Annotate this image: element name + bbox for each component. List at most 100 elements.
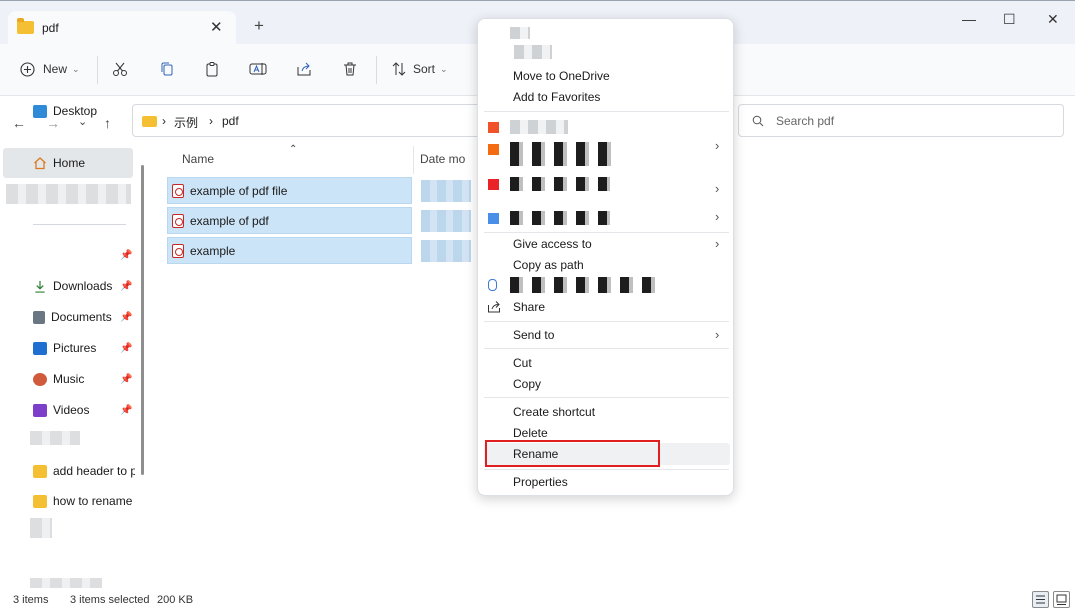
breadcrumb-separator: ›	[209, 114, 213, 128]
pdf-file-icon	[172, 244, 184, 258]
pin-icon[interactable]: 📌	[120, 374, 132, 385]
new-button[interactable]: New ⌄	[20, 58, 80, 80]
scissors-icon	[113, 62, 127, 76]
cut-button[interactable]	[112, 58, 128, 80]
context-menu: Move to OneDrive Add to Favorites › › › …	[477, 18, 734, 496]
redacted-item	[6, 184, 131, 204]
sidebar-item-videos[interactable]: Videos	[33, 400, 129, 420]
menu-item-properties[interactable]: Properties	[513, 475, 568, 489]
sidebar-item-label: add header to p	[53, 464, 135, 478]
file-row[interactable]: example of pdf file	[167, 177, 412, 204]
redacted-item	[30, 518, 52, 538]
redacted-item	[510, 27, 530, 39]
menu-item-give-access[interactable]: Give access to	[513, 237, 592, 251]
status-bar: 3 items 3 items selected 200 KB	[0, 589, 1075, 613]
breadcrumb-separator: ›	[162, 114, 166, 128]
highlight-box	[485, 440, 660, 467]
item-count: 3 items	[13, 594, 49, 606]
menu-separator	[484, 232, 729, 233]
sort-button[interactable]: Sort ⌄	[391, 58, 448, 80]
menu-item-cut[interactable]: Cut	[513, 356, 532, 370]
sidebar-item-desktop[interactable]: Desktop	[33, 101, 129, 121]
file-row[interactable]: example	[167, 237, 412, 264]
share-icon	[297, 62, 311, 76]
breadcrumb-item-current[interactable]: pdf	[222, 114, 239, 128]
redacted-item[interactable]	[510, 142, 618, 166]
search-placeholder: Search pdf	[776, 114, 835, 128]
file-name: example of pdf file	[190, 184, 288, 198]
tab-close-icon[interactable]: ✕	[210, 18, 223, 36]
menu-item-copy-as-path[interactable]: Copy as path	[513, 258, 584, 272]
navigation-pane: Home	[0, 144, 150, 589]
menu-item-move-to-onedrive[interactable]: Move to OneDrive	[513, 69, 610, 83]
pin-icon[interactable]: 📌	[120, 281, 132, 292]
sidebar-item-label: Desktop	[53, 104, 98, 118]
sidebar-item-folder[interactable]: how to rename	[33, 491, 135, 511]
redacted-item	[30, 431, 80, 445]
minimize-button[interactable]: —	[962, 11, 976, 27]
sidebar-item-downloads[interactable]: Downloads	[33, 276, 129, 296]
pin-icon[interactable]: 📌	[120, 405, 132, 416]
menu-item-create-shortcut[interactable]: Create shortcut	[513, 405, 595, 419]
folder-icon	[33, 494, 47, 508]
chevron-right-icon: ›	[715, 327, 720, 342]
maximize-button[interactable]: ☐	[1003, 11, 1016, 28]
tab-pdf[interactable]: pdf ✕	[8, 11, 236, 45]
app-icon	[488, 213, 499, 224]
home-icon	[34, 157, 46, 170]
column-divider[interactable]	[413, 146, 414, 174]
chevron-down-icon: ⌄	[72, 63, 80, 74]
close-button[interactable]: ✕	[1047, 11, 1059, 28]
chevron-right-icon: ›	[715, 236, 720, 251]
delete-button[interactable]	[342, 58, 358, 80]
app-icon	[488, 122, 499, 133]
sidebar-item-music[interactable]: Music	[33, 369, 129, 389]
rename-button[interactable]	[249, 58, 267, 80]
folder-icon	[33, 464, 47, 478]
column-header-date[interactable]: Date mo	[420, 152, 465, 166]
menu-item-delete[interactable]: Delete	[513, 426, 548, 440]
menu-item-send-to[interactable]: Send to	[513, 328, 554, 342]
redacted-item[interactable]	[510, 211, 610, 225]
document-icon	[33, 310, 45, 324]
copy-icon	[161, 62, 173, 76]
breadcrumb-item[interactable]: 示例	[174, 114, 198, 131]
share-button[interactable]	[296, 58, 312, 80]
menu-item-copy[interactable]: Copy	[513, 377, 541, 391]
sidebar-item-home[interactable]: Home	[3, 148, 133, 178]
file-name: example	[190, 244, 236, 258]
new-tab-button[interactable]: +	[254, 17, 264, 34]
sidebar-item-label: Downloads	[53, 279, 113, 293]
menu-item-add-to-favorites[interactable]: Add to Favorites	[513, 90, 600, 104]
search-input[interactable]: Search pdf	[738, 104, 1064, 137]
redacted-item[interactable]	[510, 277, 660, 293]
pin-icon[interactable]: 📌	[120, 250, 132, 261]
file-name: example of pdf	[190, 214, 269, 228]
sidebar-scrollbar[interactable]	[141, 165, 144, 475]
sidebar-item-label: Music	[53, 372, 85, 386]
pdf-file-icon	[172, 184, 184, 198]
redacted-item[interactable]	[510, 120, 568, 134]
sidebar-item-label: Videos	[53, 403, 90, 417]
pin-icon[interactable]: 📌	[120, 312, 132, 323]
folder-icon	[17, 18, 34, 34]
chevron-right-icon: ›	[715, 181, 720, 196]
list-view-icon	[1036, 595, 1045, 604]
file-row[interactable]: example of pdf	[167, 207, 412, 234]
sidebar-item-documents[interactable]: Documents	[33, 307, 127, 327]
details-view-button[interactable]	[1032, 591, 1049, 608]
pin-icon[interactable]: 📌	[120, 343, 132, 354]
menu-separator	[484, 469, 729, 470]
sidebar-item-folder[interactable]: add header to p	[33, 461, 135, 481]
column-header-name[interactable]: Name	[182, 152, 214, 166]
paste-button[interactable]	[204, 58, 220, 80]
music-icon	[33, 372, 47, 386]
sidebar-item-pictures[interactable]: Pictures	[33, 338, 129, 358]
tiles-view-button[interactable]	[1053, 591, 1070, 608]
redacted-item[interactable]	[510, 177, 610, 191]
back-arrow-icon[interactable]: ←	[12, 116, 26, 130]
copy-button[interactable]	[159, 58, 175, 80]
app-icon	[488, 179, 499, 190]
menu-item-share[interactable]: Share	[513, 300, 545, 314]
pictures-icon	[33, 341, 47, 355]
